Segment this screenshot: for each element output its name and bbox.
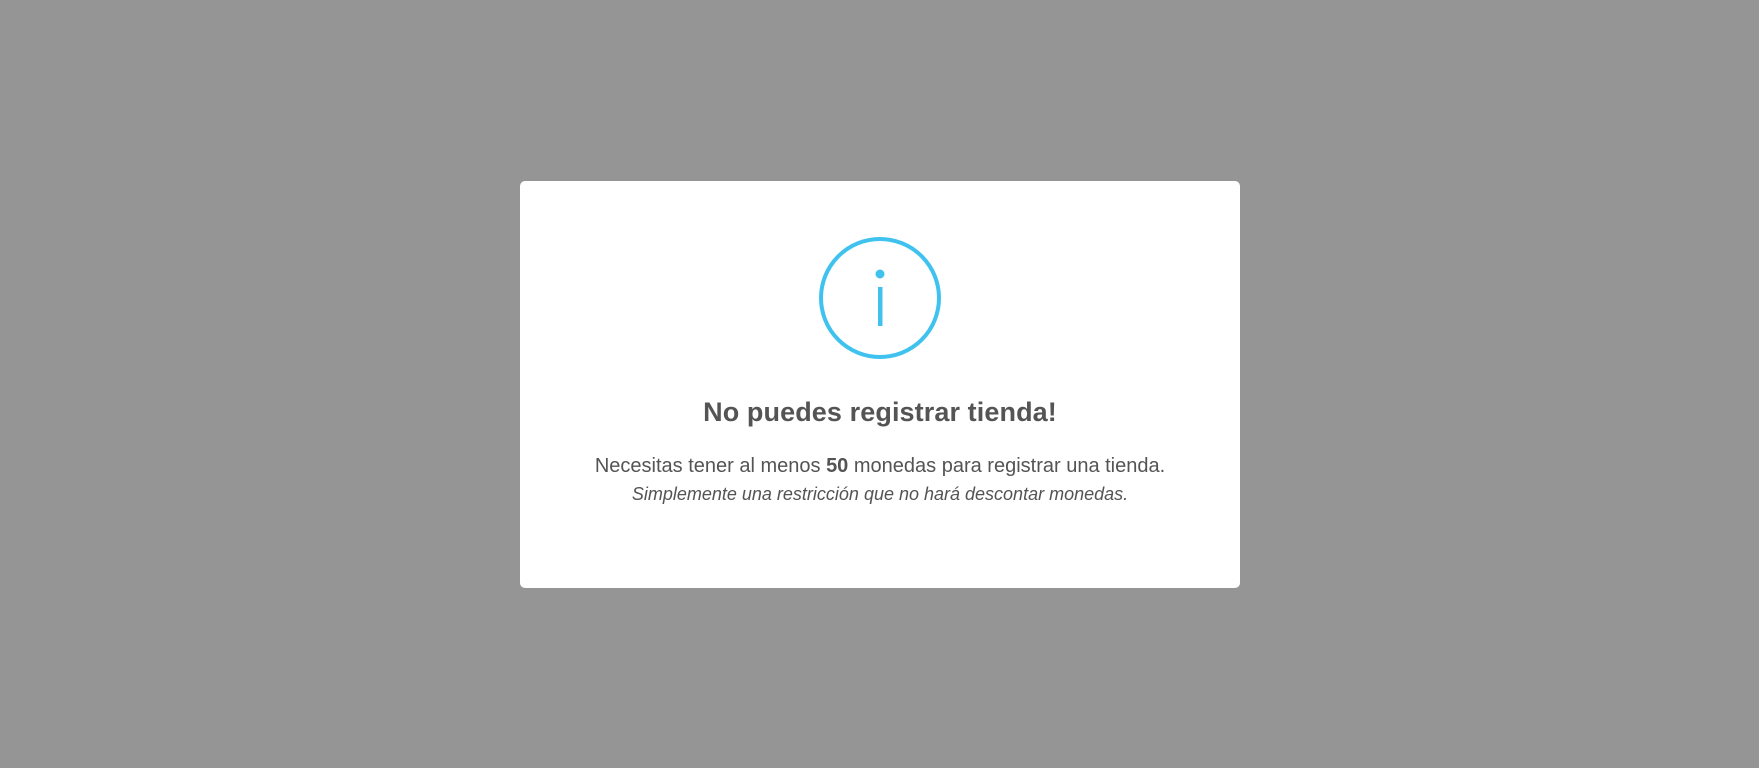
info-icon bbox=[818, 236, 942, 360]
dialog-message: Necesitas tener al menos 50 monedas para… bbox=[520, 453, 1240, 481]
dialog-content: Necesitas tener al menos 50 monedas para… bbox=[520, 453, 1240, 507]
message-prefix: Necesitas tener al menos bbox=[594, 455, 827, 477]
dialog-note: Simplemente una restricción que no hará … bbox=[631, 484, 1129, 504]
message-amount: 50 bbox=[826, 455, 849, 477]
message-suffix: monedas para registrar una tienda. bbox=[848, 455, 1166, 477]
alert-dialog: No puedes registrar tienda! Necesitas te… bbox=[520, 181, 1240, 588]
dialog-title: No puedes registrar tienda! bbox=[703, 397, 1057, 427]
